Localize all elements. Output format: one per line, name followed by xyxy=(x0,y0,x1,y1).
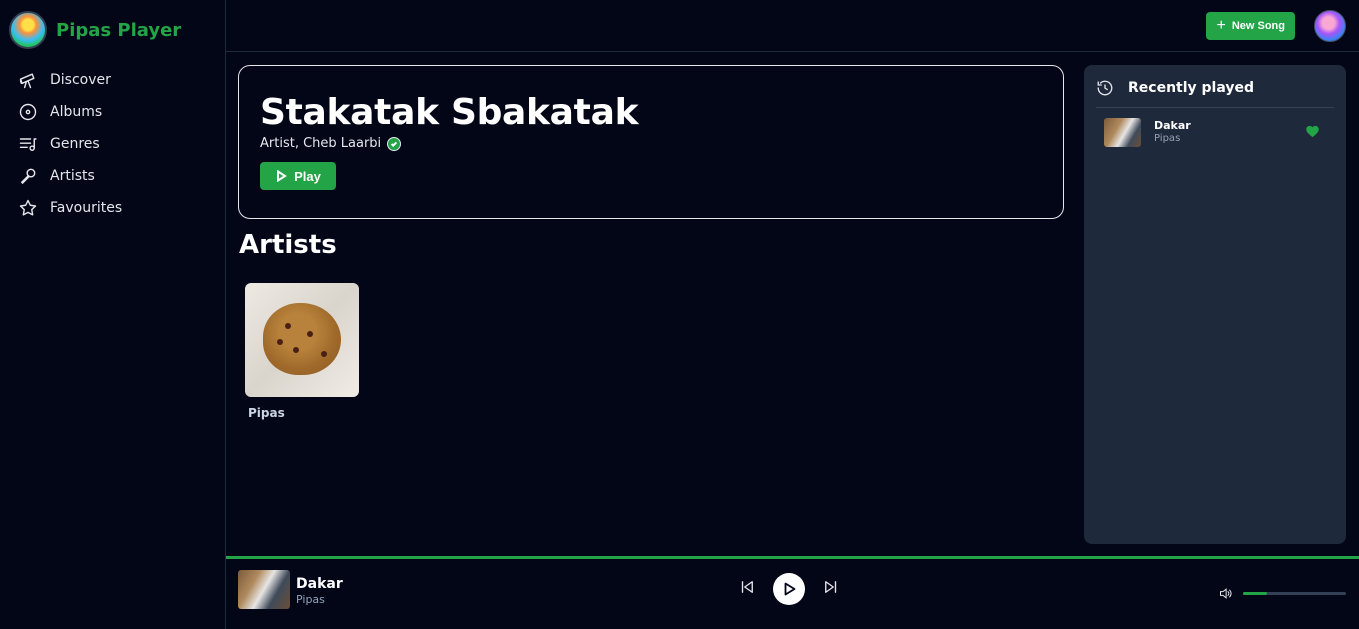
microphone-icon xyxy=(21,168,36,184)
cookie-photo xyxy=(263,303,341,375)
sidebar-item-favourites[interactable]: Favourites xyxy=(18,192,122,224)
heart-icon[interactable] xyxy=(1305,124,1320,139)
track-artist: Pipas xyxy=(1154,133,1181,144)
volume-level xyxy=(1243,592,1267,595)
artists-section-title: Artists xyxy=(239,230,337,260)
sidebar-item-label: Discover xyxy=(50,72,111,88)
sidebar-item-genres[interactable]: Genres xyxy=(18,128,122,160)
artist-subtitle-text: Artist, Cheb Laarbi xyxy=(260,136,382,151)
volume-icon[interactable] xyxy=(1218,586,1233,601)
brand[interactable]: Pipas Player xyxy=(9,11,181,49)
play-icon xyxy=(277,170,287,182)
volume-control xyxy=(1218,586,1346,601)
playlist-icon xyxy=(19,138,37,151)
track-meta: Dakar Pipas xyxy=(1154,119,1191,145)
now-playing-artist: Pipas xyxy=(296,593,325,606)
track-title: Dakar xyxy=(1154,119,1191,132)
sidebar: Pipas Player Discover Albums Genres Arti… xyxy=(0,0,226,629)
app-name: Pipas Player xyxy=(56,19,182,41)
play-label: Play xyxy=(294,168,321,184)
recently-played-title: Recently played xyxy=(1128,80,1255,96)
new-song-label: New Song xyxy=(1231,20,1285,32)
previous-button[interactable] xyxy=(738,578,756,600)
plus-icon: + xyxy=(1216,17,1226,34)
sidebar-item-label: Genres xyxy=(50,136,100,152)
skip-back-icon xyxy=(741,581,753,593)
user-avatar[interactable] xyxy=(1314,10,1346,42)
hero-card: Stakatak Sbakatak Artist, Cheb Laarbi Pl… xyxy=(238,65,1064,219)
sidebar-item-label: Albums xyxy=(50,104,103,120)
recently-played-header: Recently played xyxy=(1096,77,1334,108)
skip-forward-icon xyxy=(825,581,837,593)
volume-slider[interactable] xyxy=(1243,592,1346,595)
recently-played-panel: Recently played Dakar Pipas xyxy=(1084,65,1346,544)
now-playing-meta: Dakar Pipas xyxy=(296,575,343,607)
page-title: Stakatak Sbakatak xyxy=(260,92,639,133)
artist-card[interactable]: Pipas xyxy=(245,283,359,420)
app-logo xyxy=(9,11,47,49)
hero-subtitle: Artist, Cheb Laarbi xyxy=(260,136,402,151)
next-button[interactable] xyxy=(822,578,840,600)
play-icon xyxy=(784,582,796,596)
telescope-icon xyxy=(19,73,35,89)
app-root: Pipas Player Discover Albums Genres Arti… xyxy=(0,0,1359,629)
sidebar-nav: Discover Albums Genres Artists Favourite… xyxy=(18,64,122,224)
disc-icon xyxy=(19,103,37,121)
sidebar-item-discover[interactable]: Discover xyxy=(18,64,122,96)
verified-check-icon xyxy=(387,136,402,151)
now-playing-title: Dakar xyxy=(296,576,343,592)
track-thumbnail xyxy=(1104,117,1141,147)
sidebar-item-label: Favourites xyxy=(50,200,123,216)
star-icon xyxy=(19,199,37,216)
top-bar: + New Song xyxy=(226,0,1359,52)
artist-image xyxy=(245,283,359,397)
sidebar-item-label: Artists xyxy=(50,168,95,184)
new-song-button[interactable]: + New Song xyxy=(1206,12,1295,40)
now-playing-thumbnail xyxy=(238,570,290,609)
player-bar: Dakar Pipas xyxy=(226,556,1359,629)
play-pause-button[interactable] xyxy=(773,573,805,605)
sidebar-item-artists[interactable]: Artists xyxy=(18,160,122,192)
sidebar-item-albums[interactable]: Albums xyxy=(18,96,122,128)
history-icon xyxy=(1097,80,1113,96)
play-button[interactable]: Play xyxy=(260,162,336,190)
artist-name: Pipas xyxy=(248,406,285,420)
playback-controls xyxy=(738,573,840,605)
list-item[interactable]: Dakar Pipas xyxy=(1104,117,1334,147)
